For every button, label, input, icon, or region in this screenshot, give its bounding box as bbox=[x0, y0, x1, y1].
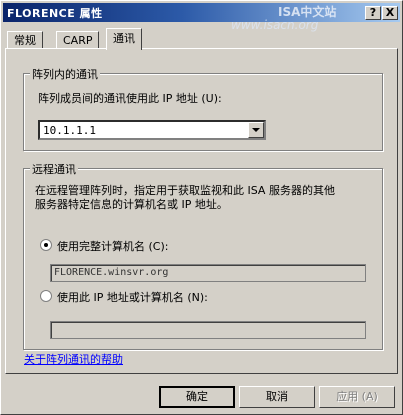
apply-button[interactable]: 应用 (A) bbox=[319, 386, 395, 408]
ip-or-name-field[interactable] bbox=[50, 321, 366, 339]
remote-comm-group: 远程通讯 在远程管理阵列时，指定用于获取监视和此 ISA 服务器的其他 服务器特… bbox=[23, 161, 383, 350]
radio-use-ip-label[interactable]: 使用此 IP 地址或计算机名 (N): bbox=[57, 289, 208, 305]
tab-general[interactable]: 常规 bbox=[7, 31, 43, 49]
tab-communication[interactable]: 通讯 bbox=[106, 28, 142, 50]
watermark-url: www.isacn.org bbox=[231, 18, 319, 32]
properties-dialog: FLORENCE 属性 ISA中文站 www.isacn.org ? X 常规 … bbox=[0, 0, 403, 415]
fqdn-field[interactable]: FLORENCE.winsvr.org bbox=[50, 264, 366, 282]
array-ip-value: 10.1.1.1 bbox=[43, 124, 96, 137]
radio-use-fqdn[interactable] bbox=[40, 239, 52, 251]
chevron-down-icon[interactable] bbox=[248, 122, 264, 138]
title-bar[interactable]: FLORENCE 属性 ISA中文站 www.isacn.org ? X bbox=[3, 3, 400, 32]
remote-description-line2: 服务器特定信息的计算机名或 IP 地址。 bbox=[35, 198, 228, 211]
cancel-button[interactable]: 取消 bbox=[239, 386, 315, 408]
radio-use-fqdn-label[interactable]: 使用完整计算机名 (C): bbox=[57, 238, 168, 254]
array-comm-group-title: 阵列内的通讯 bbox=[30, 66, 100, 82]
array-ip-select[interactable]: 10.1.1.1 bbox=[38, 120, 266, 140]
remote-comm-group-title: 远程通讯 bbox=[30, 161, 78, 177]
help-link[interactable]: 关于阵列通讯的帮助 bbox=[24, 351, 123, 367]
ok-button[interactable]: 确定 bbox=[159, 386, 235, 408]
window-title: FLORENCE 属性 bbox=[7, 7, 103, 20]
array-ip-label: 阵列成员间的通讯使用此 IP 地址 (U): bbox=[38, 92, 222, 105]
fqdn-value: FLORENCE.winsvr.org bbox=[54, 267, 169, 278]
array-comm-group: 阵列内的通讯 阵列成员间的通讯使用此 IP 地址 (U): 10.1.1.1 bbox=[23, 66, 383, 151]
tab-carp[interactable]: CARP bbox=[56, 31, 100, 49]
help-button[interactable]: ? bbox=[365, 6, 381, 20]
radio-use-ip[interactable] bbox=[40, 290, 52, 302]
tab-panel: 阵列内的通讯 阵列成员间的通讯使用此 IP 地址 (U): 10.1.1.1 远… bbox=[5, 48, 398, 374]
close-button[interactable]: X bbox=[382, 6, 398, 20]
